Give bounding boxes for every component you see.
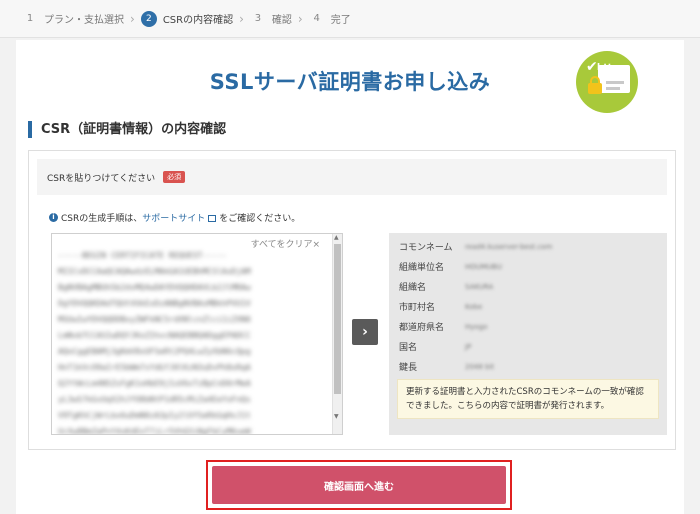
- step-label: プラン・支払選択: [44, 15, 124, 26]
- info-value: JP: [465, 342, 472, 351]
- csr-help-text: i CSRの生成手順は、 サポートサイト をご確認ください。: [49, 211, 300, 224]
- step-number: 4: [313, 13, 320, 24]
- progress-stepper: 1 プラン・支払選択 › 2 CSRの内容確認 › 3 確認 › 4 完了: [0, 0, 700, 38]
- step-number: 1: [26, 13, 34, 24]
- info-value: read4.kuserver-best.com: [465, 242, 553, 251]
- ssl-badge-icon: ✔ https: [576, 51, 638, 113]
- csr-text-content: -----BEGIN CERTIFICATE REQUEST----- MIIC…: [58, 251, 251, 435]
- step-csr-confirm: 2 CSRの内容確認 ›: [140, 10, 244, 27]
- step-plan: 1 プラン・支払選択 ›: [22, 11, 135, 27]
- info-key: 市町村名: [399, 303, 436, 313]
- csr-card: CSRを貼りつけてください 必須 i CSRの生成手順は、 サポートサイト をご…: [28, 150, 676, 450]
- chevron-right-icon: ›: [239, 11, 244, 26]
- check-icon: ✔: [586, 59, 598, 75]
- step-number: 2: [140, 10, 157, 27]
- info-row-org: 組織名 SAKURA: [399, 277, 493, 296]
- info-value: Hyogo: [465, 322, 488, 331]
- doc-line: [606, 81, 624, 84]
- info-key: 組織単位名: [399, 263, 445, 273]
- csr-label-bar: CSRを貼りつけてください 必須: [37, 159, 667, 195]
- scroll-down-icon[interactable]: ▼: [334, 413, 339, 420]
- csr-info-table: コモンネーム read4.kuserver-best.com 組織単位名 HOU…: [389, 233, 667, 435]
- info-row-org-unit: 組織単位名 HOUMUBU: [399, 257, 502, 276]
- info-key: 組織名: [399, 283, 427, 293]
- info-row-prefecture: 都道府県名 Hyogo: [399, 317, 487, 336]
- info-row-key-length: 鍵長 2048 bit: [399, 357, 494, 376]
- info-key: 国名: [399, 343, 418, 353]
- chevron-right-icon: ›: [130, 11, 135, 26]
- match-notice: 更新する証明書と入力されたCSRのコモンネームの一致が確認できました。こちらの内…: [397, 379, 659, 419]
- scroll-up-icon[interactable]: ▲: [334, 234, 339, 241]
- help-suffix: をご確認ください。: [219, 214, 301, 224]
- info-value: 2048 bit: [465, 362, 495, 371]
- info-key: 都道府県名: [399, 323, 445, 333]
- parse-arrow-button[interactable]: ›: [352, 319, 378, 345]
- scrollbar-thumb[interactable]: [334, 244, 341, 394]
- step-label: 完了: [330, 15, 351, 26]
- required-badge: 必須: [163, 171, 186, 183]
- step-complete: 4 完了: [309, 11, 351, 26]
- info-icon: i: [49, 213, 58, 222]
- info-row-city: 市町村名 Kobe: [399, 297, 482, 316]
- info-key: コモンネーム: [399, 243, 453, 253]
- step-confirm: 3 確認 ›: [250, 11, 303, 27]
- csr-label: CSRを貼りつけてください: [47, 173, 156, 184]
- support-site-link[interactable]: サポートサイト: [142, 211, 205, 224]
- step-number: 3: [254, 13, 262, 24]
- info-value: SAKURA: [465, 282, 494, 291]
- https-label: https: [597, 63, 624, 73]
- info-row-common-name: コモンネーム read4.kuserver-best.com: [399, 237, 552, 256]
- step-label: 確認: [271, 15, 292, 26]
- doc-line: [606, 87, 620, 90]
- external-link-icon[interactable]: [208, 215, 217, 222]
- step-label: CSRの内容確認: [162, 15, 234, 26]
- help-prefix: CSRの生成手順は、: [61, 214, 143, 224]
- info-key: 鍵長: [399, 363, 418, 373]
- info-value: HOUMUBU: [465, 262, 502, 271]
- chevron-right-icon: ›: [297, 11, 303, 26]
- textarea-scrollbar[interactable]: ▲ ▼: [332, 234, 342, 434]
- section-heading: CSR（証明書情報）の内容確認: [28, 121, 226, 138]
- lock-icon: [588, 76, 602, 94]
- proceed-to-confirm-button[interactable]: 確認画面へ進む: [212, 466, 506, 504]
- info-row-country: 国名 JP: [399, 337, 471, 356]
- csr-textarea[interactable]: すべてをクリア× -----BEGIN CERTIFICATE REQUEST-…: [51, 233, 343, 435]
- info-value: Kobe: [465, 302, 483, 311]
- main-panel: SSLサーバ証明書お申し込み ✔ https CSR（証明書情報）の内容確認 C…: [16, 40, 684, 514]
